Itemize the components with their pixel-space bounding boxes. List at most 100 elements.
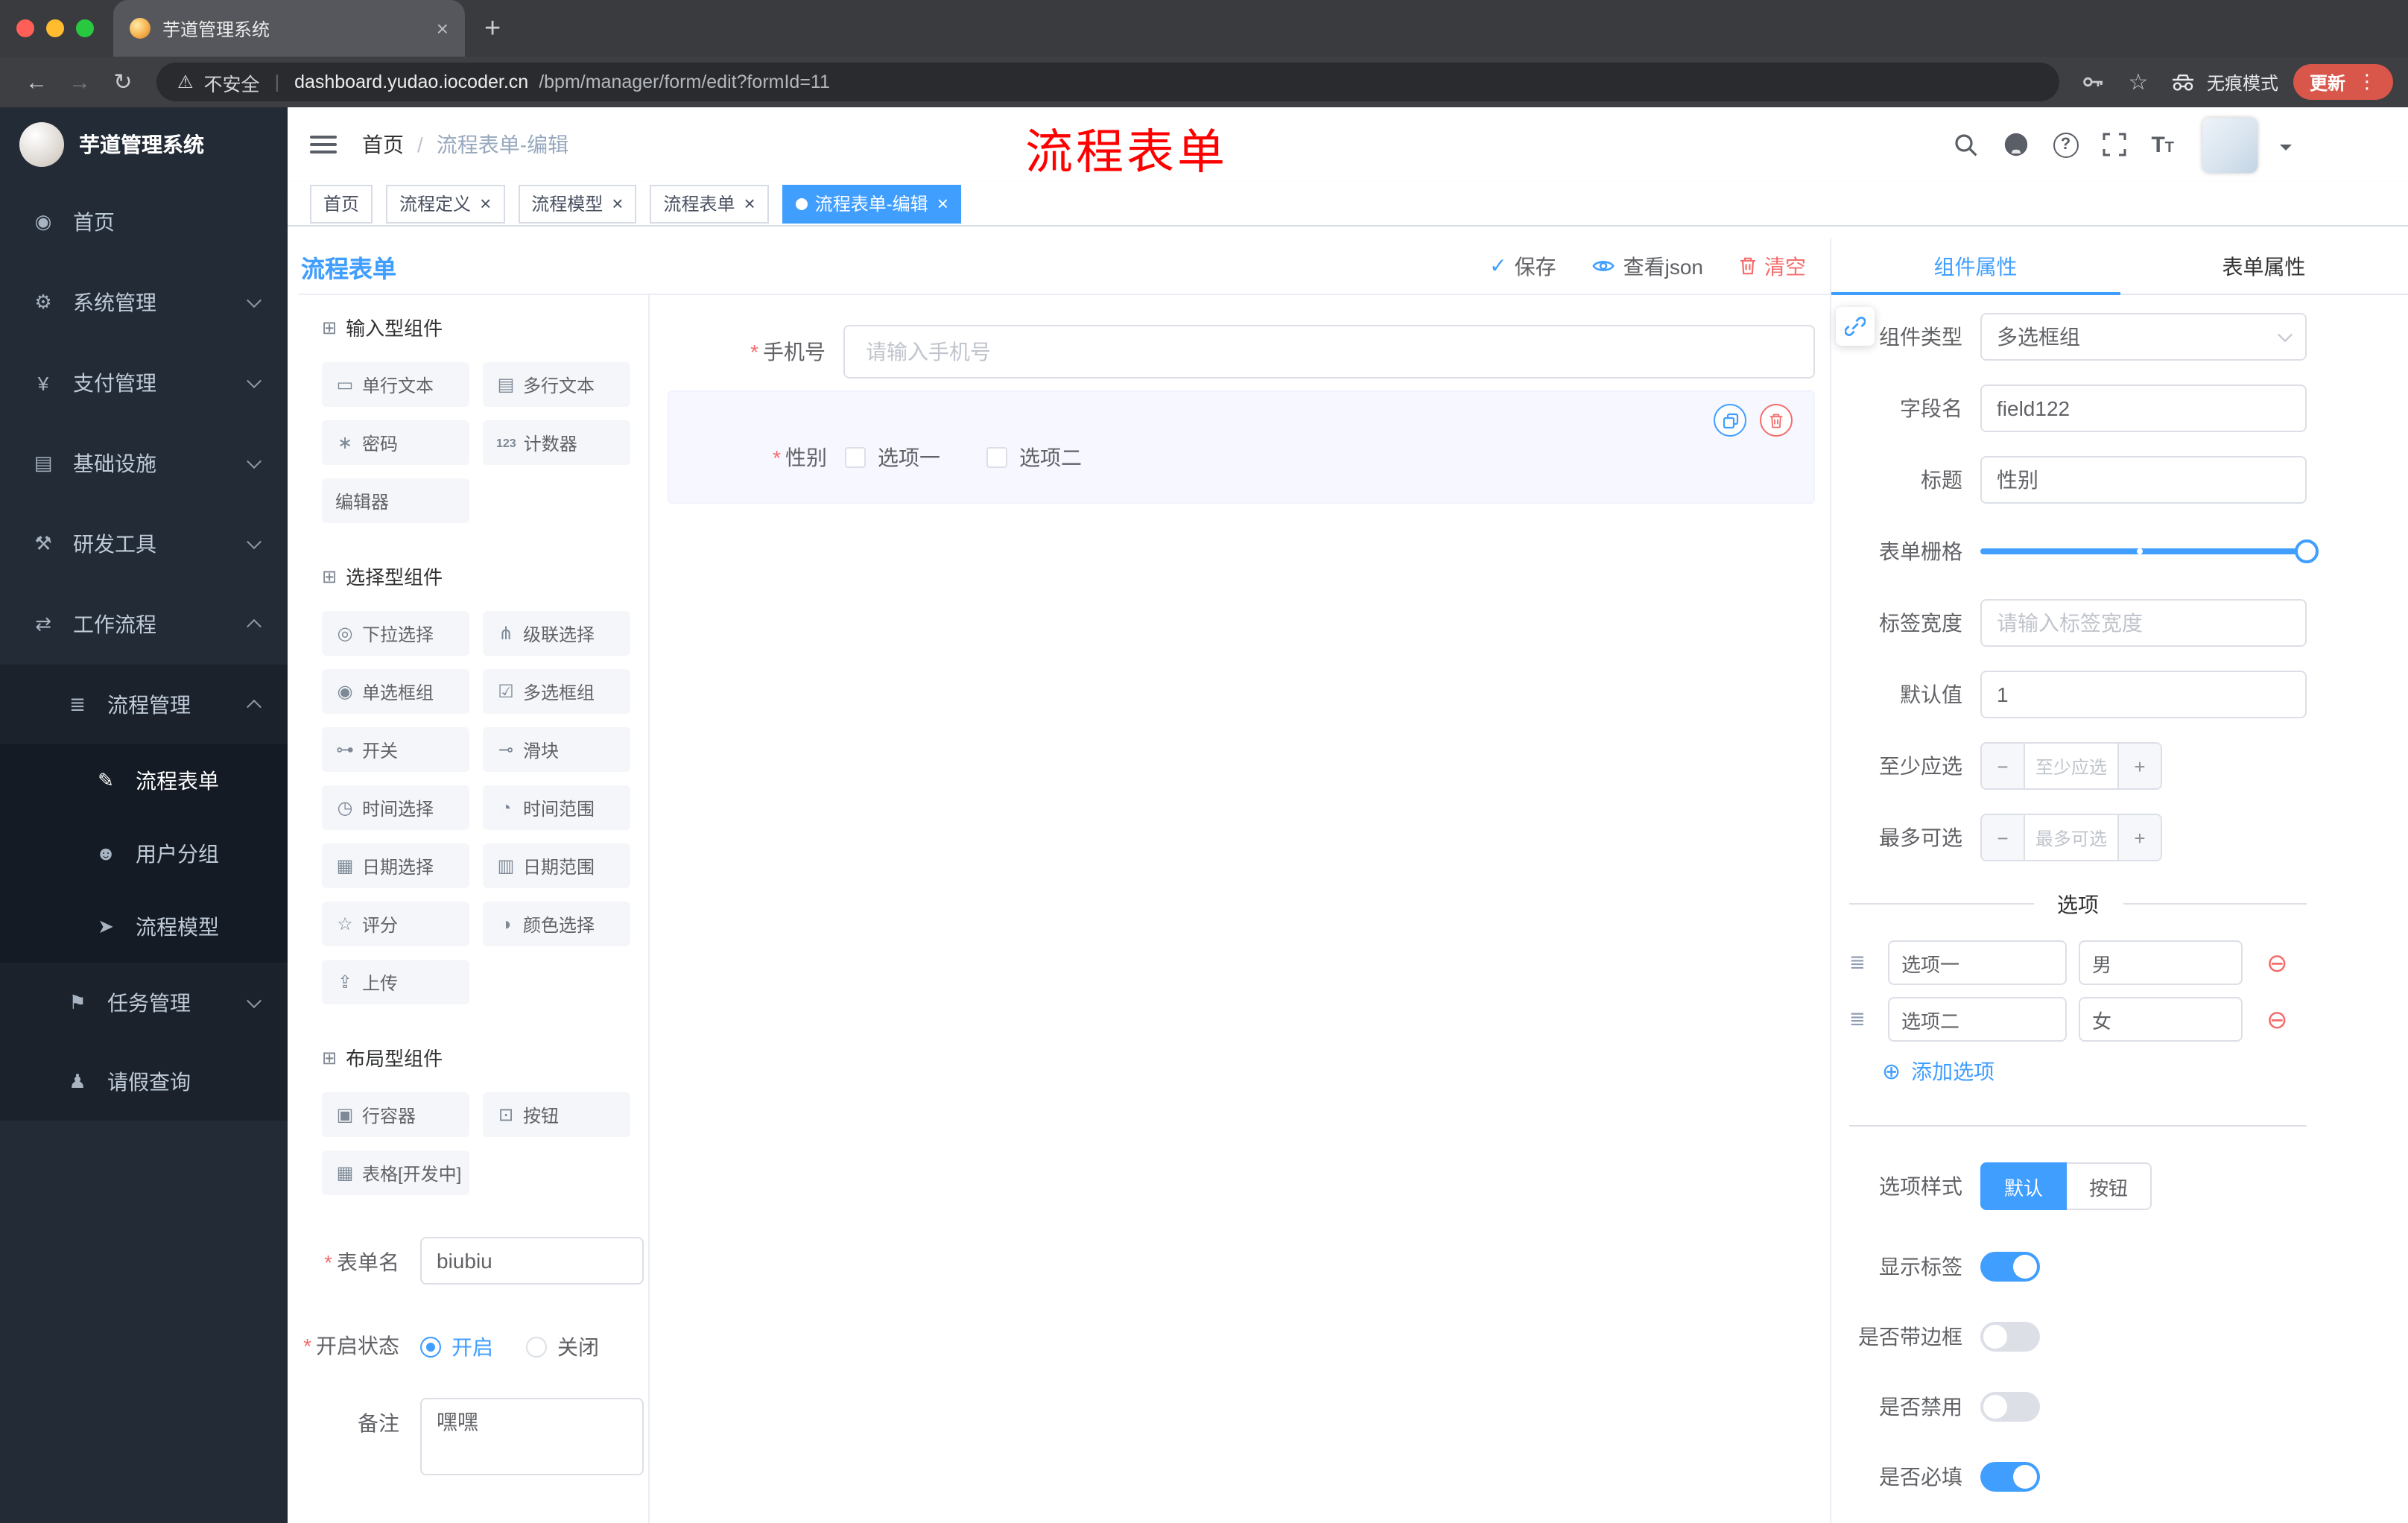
palette-item-表格[开发中][interactable]: ▦ 表格[开发中] xyxy=(322,1150,469,1195)
remove-option-icon[interactable]: ⊖ xyxy=(2266,950,2288,975)
sidebar-item-dev-tools[interactable]: ⚒ 研发工具 xyxy=(0,504,288,584)
status-off-radio[interactable]: 关闭 xyxy=(526,1332,599,1362)
form-item-phone[interactable]: * 手机号 xyxy=(668,325,1815,379)
close-icon[interactable]: × xyxy=(480,194,491,213)
palette-item-日期范围[interactable]: ▥ 日期范围 xyxy=(483,843,630,888)
security-label[interactable]: 不安全 xyxy=(204,68,260,96)
help-icon[interactable]: ? xyxy=(2053,132,2079,157)
sidebar-item-system[interactable]: ⚙ 系统管理 xyxy=(0,262,288,343)
grid-slider[interactable] xyxy=(1980,528,2319,575)
tab-component-props[interactable]: 组件属性 xyxy=(1831,238,2120,295)
title-input[interactable] xyxy=(1980,456,2307,504)
avatar[interactable] xyxy=(2202,117,2258,172)
palette-item-时间选择[interactable]: ◷ 时间选择 xyxy=(322,785,469,830)
option-value-input[interactable] xyxy=(2079,940,2243,985)
component-type-select[interactable]: 多选框组 xyxy=(1980,313,2307,361)
sidebar-item-process-form[interactable]: ✎ 流程表单 xyxy=(0,744,288,817)
palette-item-级联选择[interactable]: ⋔ 级联选择 xyxy=(483,611,630,656)
close-icon[interactable]: × xyxy=(744,194,755,213)
fullscreen-icon[interactable] xyxy=(2100,130,2129,159)
link-icon[interactable] xyxy=(1836,307,1875,346)
palette-item-行容器[interactable]: ▣ 行容器 xyxy=(322,1092,469,1137)
gender-option[interactable]: 选项二 xyxy=(986,443,1082,472)
checkbox-icon[interactable] xyxy=(845,447,866,468)
decrease-button[interactable]: − xyxy=(1982,744,2025,788)
increase-button[interactable]: + xyxy=(2117,744,2161,788)
tag-流程模型[interactable]: 流程模型 × xyxy=(518,184,637,223)
checkbox-icon[interactable] xyxy=(986,447,1007,468)
palette-item-按钮[interactable]: ⊡ 按钮 xyxy=(483,1092,630,1137)
back-button[interactable]: ← xyxy=(15,69,58,95)
status-on-radio[interactable]: 开启 xyxy=(420,1332,493,1362)
form-name-input[interactable] xyxy=(420,1237,644,1285)
copy-component-button[interactable] xyxy=(1714,404,1746,437)
max-select-value[interactable]: 最多可选 xyxy=(2025,815,2117,860)
close-icon[interactable]: × xyxy=(612,194,623,213)
close-icon[interactable]: × xyxy=(937,194,948,213)
form-item-gender-selected[interactable]: * 性别 选项一 选项二 xyxy=(668,390,1815,504)
sidebar-item-workflow[interactable]: ⇄ 工作流程 xyxy=(0,584,288,665)
font-size-icon[interactable]: TT xyxy=(2151,133,2174,156)
sidebar-item-leave-query[interactable]: ♟ 请假查询 xyxy=(0,1042,288,1121)
address-bar[interactable]: ⚠ 不安全 | dashboard.yudao.iocoder.cn /bpm/… xyxy=(156,63,2059,101)
palette-item-多行文本[interactable]: ▤ 多行文本 xyxy=(483,362,630,407)
remark-textarea[interactable]: 嘿嘿 xyxy=(420,1398,644,1475)
palette-item-计数器[interactable]: 123 计数器 xyxy=(483,420,630,465)
palette-item-编辑器[interactable]: 编辑器 xyxy=(322,478,469,523)
style-button-button[interactable]: 按钮 xyxy=(2067,1162,2152,1210)
drag-handle-icon[interactable]: ≣ xyxy=(1849,1007,1888,1031)
github-icon[interactable] xyxy=(2002,130,2030,159)
style-default-button[interactable]: 默认 xyxy=(1980,1162,2068,1210)
sidebar-item-infrastructure[interactable]: ▤ 基础设施 xyxy=(0,423,288,504)
palette-item-时间范围[interactable]: ◔ 时间范围 xyxy=(483,785,630,830)
remove-option-icon[interactable]: ⊖ xyxy=(2266,1007,2288,1032)
field-name-input[interactable] xyxy=(1980,384,2307,432)
collapse-menu-icon[interactable] xyxy=(310,136,337,153)
option-label-input[interactable] xyxy=(1888,940,2067,985)
palette-item-滑块[interactable]: ⊸ 滑块 xyxy=(483,727,630,772)
search-icon[interactable] xyxy=(1951,130,1980,159)
palette-item-开关[interactable]: ⊶ 开关 xyxy=(322,727,469,772)
minimize-window-button[interactable] xyxy=(46,19,64,37)
tab-close-icon[interactable]: × xyxy=(437,16,449,40)
tag-流程定义[interactable]: 流程定义 × xyxy=(386,184,505,223)
new-tab-button[interactable]: + xyxy=(484,14,501,42)
toggle-switch-是否禁用[interactable] xyxy=(1980,1392,2040,1422)
close-window-button[interactable] xyxy=(16,19,34,37)
bookmark-star-icon[interactable]: ☆ xyxy=(2116,69,2161,95)
label-width-input[interactable] xyxy=(1980,599,2307,647)
browser-menu-icon[interactable]: ⋮ xyxy=(2357,70,2377,94)
tag-流程表单-编辑[interactable]: 流程表单-编辑 × xyxy=(782,184,962,223)
delete-component-button[interactable] xyxy=(1760,404,1793,437)
default-value-input[interactable] xyxy=(1980,671,2307,718)
password-key-icon[interactable] xyxy=(2071,70,2116,94)
drag-handle-icon[interactable]: ≣ xyxy=(1849,951,1888,975)
palette-item-评分[interactable]: ☆ 评分 xyxy=(322,902,469,946)
sidebar-item-payment[interactable]: ¥ 支付管理 xyxy=(0,343,288,423)
palette-item-下拉选择[interactable]: ◎ 下拉选择 xyxy=(322,611,469,656)
tag-流程表单[interactable]: 流程表单 × xyxy=(650,184,769,223)
breadcrumb-home[interactable]: 首页 xyxy=(362,130,404,159)
option-value-input[interactable] xyxy=(2079,997,2243,1042)
toggle-switch-显示标签[interactable] xyxy=(1980,1252,2040,1282)
save-button[interactable]: ✓ 保存 xyxy=(1489,251,1556,281)
sidebar-item-task-management[interactable]: ⚑ 任务管理 xyxy=(0,963,288,1042)
sidebar-item-process-model[interactable]: ➤ 流程模型 xyxy=(0,890,288,963)
maximize-window-button[interactable] xyxy=(76,19,94,37)
palette-item-单选框组[interactable]: ◉ 单选框组 xyxy=(322,669,469,714)
reload-button[interactable]: ↻ xyxy=(101,69,145,95)
browser-tab[interactable]: 芋道管理系统 × xyxy=(113,0,465,57)
clear-button[interactable]: 清空 xyxy=(1739,251,1806,281)
palette-item-多选框组[interactable]: ☑ 多选框组 xyxy=(483,669,630,714)
gender-option[interactable]: 选项一 xyxy=(845,443,940,472)
tag-首页[interactable]: 首页 xyxy=(310,184,373,223)
palette-item-上传[interactable]: ⇪ 上传 xyxy=(322,960,469,1004)
decrease-button[interactable]: − xyxy=(1982,815,2025,860)
update-button[interactable]: 更新 ⋮ xyxy=(2293,64,2393,100)
phone-input[interactable] xyxy=(843,325,1815,379)
sidebar-item-user-group[interactable]: ☻ 用户分组 xyxy=(0,817,288,890)
option-label-input[interactable] xyxy=(1888,997,2067,1042)
add-option-button[interactable]: ⊕ 添加选项 xyxy=(1882,1057,2307,1086)
palette-item-密码[interactable]: ∗ 密码 xyxy=(322,420,469,465)
tab-form-props[interactable]: 表单属性 xyxy=(2120,238,2408,294)
